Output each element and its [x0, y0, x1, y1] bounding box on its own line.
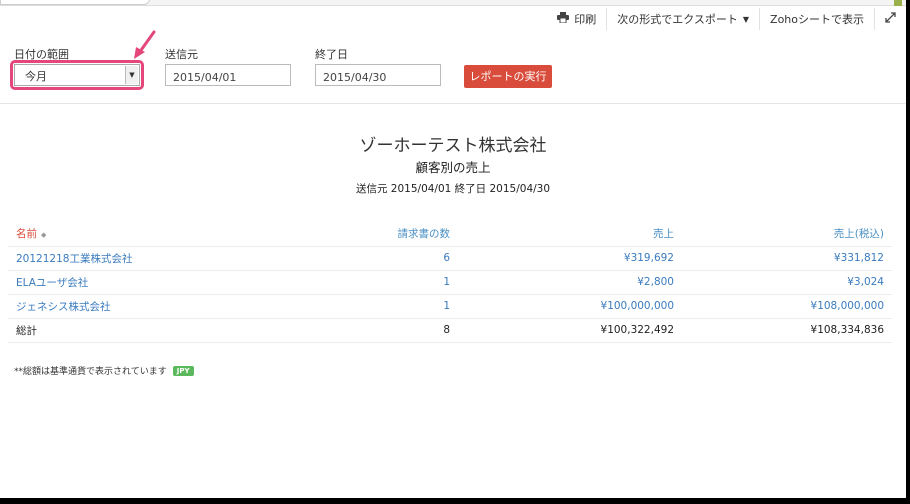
sales-amount[interactable]: ¥2,800	[458, 270, 682, 295]
print-label: 印刷	[574, 13, 597, 26]
report-toolbar: 印刷 次の形式でエクスポート ▼ Zohoシートで表示	[547, 8, 906, 30]
sales-tax-amount[interactable]: ¥331,812	[682, 246, 892, 271]
from-label: 送信元	[165, 48, 198, 61]
sales-tax-amount[interactable]: ¥3,024	[682, 270, 892, 295]
footnote: **総額は基準通貨で表示されています JPY	[14, 364, 194, 377]
report-range: 送信元 2015/04/01 終了日 2015/04/30	[355, 183, 551, 195]
currency-badge: JPY	[172, 365, 194, 376]
table-row: ジェネシス株式会社 1 ¥100,000,000 ¥108,000,000	[8, 294, 892, 319]
top-strip	[0, 0, 906, 6]
company-name: ゾーホーテスト株式会社	[359, 136, 547, 156]
date-range-value: 今月	[25, 70, 47, 83]
export-label: 次の形式でエクスポート	[617, 13, 738, 26]
caret-down-icon: ▼	[742, 14, 750, 24]
from-date-input[interactable]	[165, 64, 291, 86]
filter-divider	[0, 103, 906, 104]
table-total-row: 総計 8 ¥100,322,492 ¥108,334,836	[8, 318, 892, 343]
invoice-count[interactable]: 6	[308, 246, 458, 271]
zoho-sheet-label: Zohoシートで表示	[770, 13, 864, 26]
customer-name-link[interactable]: 20121218工業株式会社	[8, 246, 308, 271]
sort-icon: ◆	[41, 231, 47, 240]
total-sales-tax: ¥108,334,836	[682, 318, 892, 343]
zoho-sheet-button[interactable]: Zohoシートで表示	[760, 8, 875, 30]
annotation-arrow-icon	[132, 30, 158, 63]
table-header-row: 名前 ◆ 請求書の数 売上 売上(税込)	[8, 222, 892, 247]
table-row: ELAユーザ会社 1 ¥2,800 ¥3,024	[8, 270, 892, 295]
total-sales: ¥100,322,492	[458, 318, 682, 343]
table-row: 20121218工業株式会社 6 ¥319,692 ¥331,812	[8, 246, 892, 271]
sales-amount[interactable]: ¥319,692	[458, 246, 682, 271]
total-count: 8	[308, 318, 458, 343]
export-dropdown[interactable]: 次の形式でエクスポート ▼	[607, 8, 761, 30]
run-report-button[interactable]: レポートの実行	[464, 65, 552, 88]
corner-marker	[894, 0, 902, 6]
invoice-count[interactable]: 1	[308, 270, 458, 295]
column-header-name-label: 名前	[16, 228, 37, 241]
browser-tab	[0, 0, 150, 5]
customer-name-link[interactable]: ジェネシス株式会社	[8, 294, 308, 319]
total-label: 総計	[8, 318, 308, 343]
footnote-text: **総額は基準通貨で表示されています	[14, 367, 167, 377]
printer-icon	[557, 12, 570, 26]
date-range-select[interactable]: 今月 ▼	[14, 64, 140, 86]
to-label: 終了日	[315, 48, 348, 61]
to-date-input[interactable]	[315, 64, 441, 86]
column-header-count[interactable]: 請求書の数	[308, 222, 458, 247]
print-button[interactable]: 印刷	[547, 8, 608, 30]
report-title: 顧客別の売上	[415, 160, 491, 175]
sales-amount[interactable]: ¥100,000,000	[458, 294, 682, 319]
invoice-count[interactable]: 1	[308, 294, 458, 319]
date-range-label: 日付の範囲	[14, 48, 69, 61]
column-header-name[interactable]: 名前 ◆	[8, 222, 308, 247]
column-header-sales-tax[interactable]: 売上(税込)	[682, 222, 892, 247]
customer-name-link[interactable]: ELAユーザ会社	[8, 270, 308, 295]
sales-tax-amount[interactable]: ¥108,000,000	[682, 294, 892, 319]
report-window: 印刷 次の形式でエクスポート ▼ Zohoシートで表示 日付の範囲 送信元 終了…	[0, 0, 906, 498]
expand-icon	[885, 12, 896, 26]
select-arrow-icon[interactable]: ▼	[125, 66, 138, 84]
expand-button[interactable]	[875, 8, 906, 30]
sales-by-customer-table: 名前 ◆ 請求書の数 売上 売上(税込) 20121218工業株式会社 6 ¥31…	[8, 222, 892, 343]
column-header-sales[interactable]: 売上	[458, 222, 682, 247]
